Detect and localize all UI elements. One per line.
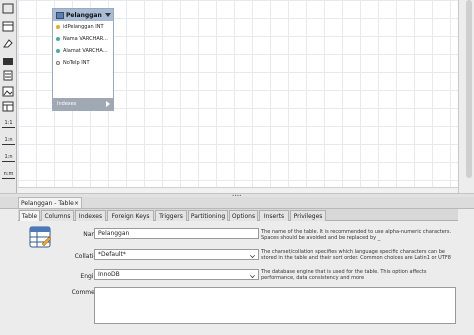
tab-options[interactable]: Options	[229, 210, 258, 221]
tab-partitioning[interactable]: Partitioning	[188, 210, 228, 221]
table-icon	[56, 11, 64, 19]
tab-foreign-keys[interactable]: Foreign Keys	[107, 210, 154, 221]
hand-tool[interactable]	[2, 21, 14, 32]
tab-indexes[interactable]: Indexes	[75, 210, 106, 221]
note-tool[interactable]	[2, 70, 14, 81]
table-icon	[2, 101, 14, 112]
collation-select[interactable]: *Default*	[94, 249, 259, 260]
dropdown-arrow-icon	[250, 273, 255, 278]
layer-tool[interactable]	[2, 56, 14, 67]
chevron-down-icon[interactable]	[105, 13, 111, 17]
tab-privileges[interactable]: Privileges	[290, 210, 326, 221]
primary-key-icon	[56, 25, 60, 29]
engine-select[interactable]: InnoDB	[94, 269, 259, 280]
eraser-tool[interactable]	[2, 38, 14, 49]
pointer-tool[interactable]	[2, 3, 14, 14]
relationship-n-m-tool[interactable]: n:m	[1, 172, 16, 185]
table-editor-tabs: Table Columns Indexes Foreign Keys Trigg…	[18, 209, 458, 222]
not-null-column-icon	[56, 37, 60, 41]
relationship-1-n-tool[interactable]: 1:n	[1, 138, 16, 151]
note-icon	[3, 70, 13, 81]
tab-columns[interactable]: Columns	[41, 210, 74, 221]
table-figure-pelanggan[interactable]: Pelanggan idPelanggan INT Nama VARCHAR..…	[52, 8, 114, 111]
hand-icon	[2, 21, 14, 32]
indexes-section[interactable]: Indexes	[53, 98, 113, 110]
relationship-1-n-nonid-tool[interactable]: 1:n	[1, 155, 16, 168]
layer-icon	[3, 58, 13, 65]
chevron-right-icon	[106, 101, 110, 107]
scroll-thumb[interactable]	[466, 0, 472, 178]
tab-inserts[interactable]: Inserts	[259, 210, 289, 221]
name-help-text: The name of the table. It is recommended…	[261, 229, 452, 241]
relationship-1-1-tool[interactable]: 1:1	[1, 121, 16, 134]
column-row[interactable]: Alamat VARCHA...	[53, 45, 113, 57]
column-row[interactable]: Nama VARCHAR...	[53, 33, 113, 45]
not-null-column-icon	[56, 49, 60, 53]
close-icon[interactable]: ×	[74, 200, 79, 207]
table-name-input[interactable]: Pelanggan	[94, 228, 259, 239]
pointer-icon	[2, 3, 14, 14]
comment-textarea[interactable]	[94, 287, 456, 324]
collation-help-text: The charset/collation specifies which la…	[261, 249, 451, 261]
column-row[interactable]: NoTelp INT	[53, 57, 113, 69]
table-figure-title: Pelanggan	[66, 11, 102, 19]
table-tool[interactable]	[2, 101, 14, 112]
column-row[interactable]: idPelanggan INT	[53, 21, 113, 33]
canvas-vertical-scrollbar[interactable]	[458, 0, 474, 193]
nullable-column-icon	[56, 61, 60, 65]
dropdown-arrow-icon	[250, 253, 255, 258]
tab-triggers[interactable]: Triggers	[155, 210, 187, 221]
table-figure-header[interactable]: Pelanggan	[53, 9, 113, 21]
table-options-panel: Name: Pelanggan The name of the table. I…	[18, 221, 458, 335]
diagram-toolbar: 1:1 1:n 1:n n:m	[0, 0, 17, 193]
image-tool[interactable]	[2, 86, 14, 97]
image-icon	[2, 86, 14, 97]
engine-help-text: The database engine that is used for the…	[261, 269, 427, 281]
eraser-icon	[3, 39, 13, 48]
editor-tab-strip: Pelanggan - Table ×	[0, 197, 474, 209]
